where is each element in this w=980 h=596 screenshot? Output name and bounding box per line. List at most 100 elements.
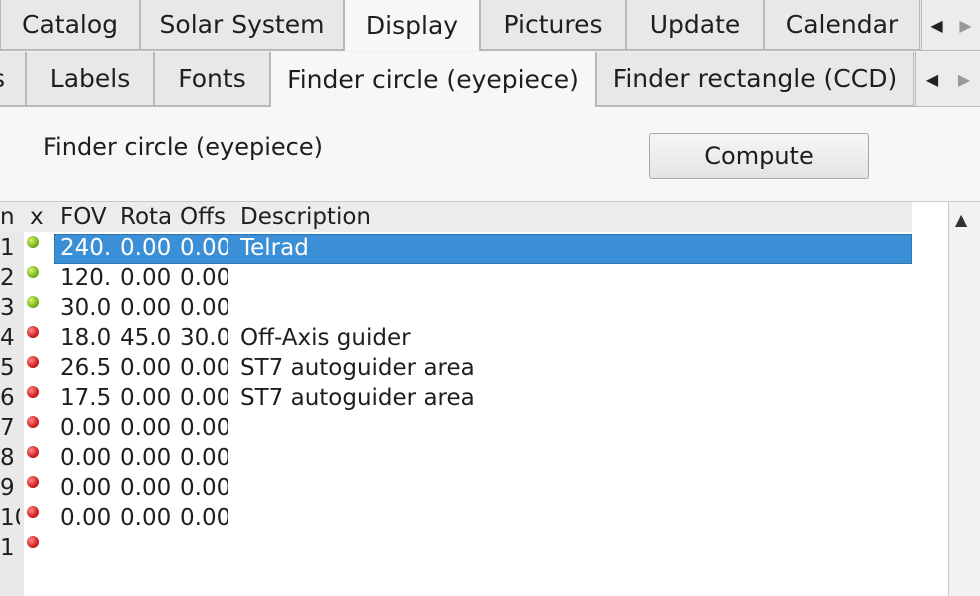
cell-description[interactable]: Telrad: [240, 233, 840, 263]
table-row[interactable]: 2 120. 0.00 0.00: [0, 263, 948, 293]
cell-offset[interactable]: 0.00: [180, 443, 228, 473]
cell-row-number[interactable]: 1: [0, 233, 20, 263]
finder-circle-grid[interactable]: n x FOV Rota Offs Description 1 240. 0.00 0…: [0, 202, 948, 596]
cell-row-number[interactable]: 5: [0, 353, 20, 383]
cell-offset[interactable]: 0.00: [180, 413, 228, 443]
cell-description[interactable]: [240, 413, 840, 443]
header-x[interactable]: x: [30, 202, 54, 232]
cell-rotation[interactable]: 45.0: [120, 323, 174, 353]
header-rotation[interactable]: Rota: [120, 202, 176, 232]
cell-row-number[interactable]: 2: [0, 263, 20, 293]
cell-fov[interactable]: 18.0: [60, 323, 114, 353]
subtab-scroll-left-icon[interactable]: ◀: [916, 52, 948, 106]
cell-description[interactable]: ST7 autoguider area: [240, 383, 840, 413]
tab-display[interactable]: Display: [344, 0, 480, 51]
header-description[interactable]: Description: [240, 202, 840, 232]
table-row[interactable]: 100.000.000.00: [0, 503, 948, 533]
table-row[interactable]: 8 0.00 0.00 0.00: [0, 443, 948, 473]
cell-rotation[interactable]: 0.00: [120, 413, 174, 443]
active-status-icon[interactable]: [27, 236, 39, 248]
cell-row-number[interactable]: 3: [0, 293, 20, 323]
tab-calendar[interactable]: Calendar: [764, 0, 920, 50]
cell-row-number[interactable]: 9: [0, 473, 20, 503]
cell-offset[interactable]: 0.00: [180, 383, 228, 413]
cell-offset[interactable]: 0.00: [180, 263, 228, 293]
cell-fov[interactable]: 17.5: [60, 383, 114, 413]
tab-scroll-right-icon[interactable]: ▶: [951, 0, 980, 50]
tab-catalog[interactable]: Catalog: [0, 0, 140, 50]
inactive-status-icon[interactable]: [27, 536, 39, 548]
cell-offset[interactable]: 0.00: [180, 353, 228, 383]
scroll-up-icon[interactable]: ▲: [955, 210, 967, 229]
cell-offset[interactable]: 0.00: [180, 293, 228, 323]
table-row[interactable]: 3 30.0 0.00 0.00: [0, 293, 948, 323]
tab-update[interactable]: Update: [626, 0, 764, 50]
table-row[interactable]: 7 0.00 0.00 0.00: [0, 413, 948, 443]
cell-fov[interactable]: 120.: [60, 263, 114, 293]
cell-rotation[interactable]: 0.00: [120, 503, 174, 533]
cell-fov[interactable]: 26.5: [60, 353, 114, 383]
table-row[interactable]: 4 18.0 45.0 30.0 Off-Axis guider: [0, 323, 948, 353]
cell-fov[interactable]: 0.00: [60, 473, 114, 503]
cell-row-number[interactable]: 10: [0, 503, 20, 533]
cell-fov[interactable]: 0.00: [60, 443, 114, 473]
cell-fov[interactable]: [60, 533, 114, 563]
cell-offset[interactable]: 0.00: [180, 473, 228, 503]
cell-row-number[interactable]: 7: [0, 413, 20, 443]
cell-row-number[interactable]: 8: [0, 443, 20, 473]
inactive-status-icon[interactable]: [27, 446, 39, 458]
cell-description[interactable]: [240, 533, 840, 563]
table-row[interactable]: 6 17.5 0.00 0.00 ST7 autoguider area: [0, 383, 948, 413]
subtab-scroll-right-icon[interactable]: ▶: [948, 52, 980, 106]
inactive-status-icon[interactable]: [27, 326, 39, 338]
header-offset[interactable]: Offs: [180, 202, 230, 232]
table-row[interactable]: 1: [0, 533, 948, 563]
cell-description[interactable]: [240, 503, 840, 533]
inactive-status-icon[interactable]: [27, 356, 39, 368]
tab-scroll-left-icon[interactable]: ◀: [922, 0, 951, 50]
header-n[interactable]: n: [0, 202, 20, 232]
cell-description[interactable]: [240, 473, 840, 503]
cell-description[interactable]: Off-Axis guider: [240, 323, 840, 353]
cell-rotation[interactable]: 0.00: [120, 263, 174, 293]
cell-rotation[interactable]: 0.00: [120, 233, 174, 263]
cell-description[interactable]: [240, 263, 840, 293]
active-status-icon[interactable]: [27, 266, 39, 278]
cell-row-number[interactable]: 4: [0, 323, 20, 353]
inactive-status-icon[interactable]: [27, 506, 39, 518]
tab-finder-rectangle[interactable]: Finder rectangle (CCD): [596, 52, 914, 106]
tab-fonts[interactable]: Fonts: [154, 52, 270, 106]
cell-rotation[interactable]: 0.00: [120, 353, 174, 383]
cell-fov[interactable]: 0.00: [60, 503, 114, 533]
cell-row-number[interactable]: 6: [0, 383, 20, 413]
table-row[interactable]: 5 26.5 0.00 0.00 ST7 autoguider area: [0, 353, 948, 383]
header-fov[interactable]: FOV: [60, 202, 116, 232]
cell-fov[interactable]: 240.: [60, 233, 114, 263]
tab-labels[interactable]: Labels: [26, 52, 154, 106]
active-status-icon[interactable]: [27, 296, 39, 308]
cell-rotation[interactable]: 0.00: [120, 473, 174, 503]
cell-description[interactable]: ST7 autoguider area: [240, 353, 840, 383]
cell-offset[interactable]: 30.0: [180, 323, 228, 353]
table-row[interactable]: 9 0.00 0.00 0.00: [0, 473, 948, 503]
cell-offset[interactable]: 0.00: [180, 233, 228, 263]
tab-truncated[interactable]: s: [0, 52, 26, 106]
compute-button[interactable]: Compute: [649, 133, 869, 179]
tab-pictures[interactable]: Pictures: [480, 0, 626, 50]
cell-rotation[interactable]: 0.00: [120, 293, 174, 323]
cell-row-number[interactable]: 1: [0, 533, 20, 563]
cell-offset[interactable]: [180, 533, 228, 563]
inactive-status-icon[interactable]: [27, 476, 39, 488]
tab-finder-circle[interactable]: Finder circle (eyepiece): [270, 52, 596, 107]
tab-solar-system[interactable]: Solar System: [140, 0, 344, 50]
cell-fov[interactable]: 0.00: [60, 413, 114, 443]
cell-rotation[interactable]: 0.00: [120, 383, 174, 413]
inactive-status-icon[interactable]: [27, 386, 39, 398]
cell-fov[interactable]: 30.0: [60, 293, 114, 323]
cell-rotation[interactable]: [120, 533, 174, 563]
table-row[interactable]: 1 240. 0.00 0.00 Telrad: [0, 233, 948, 264]
grid-vertical-scrollbar[interactable]: ▲: [948, 202, 980, 596]
inactive-status-icon[interactable]: [27, 416, 39, 428]
cell-description[interactable]: [240, 293, 840, 323]
cell-offset[interactable]: 0.00: [180, 503, 228, 533]
